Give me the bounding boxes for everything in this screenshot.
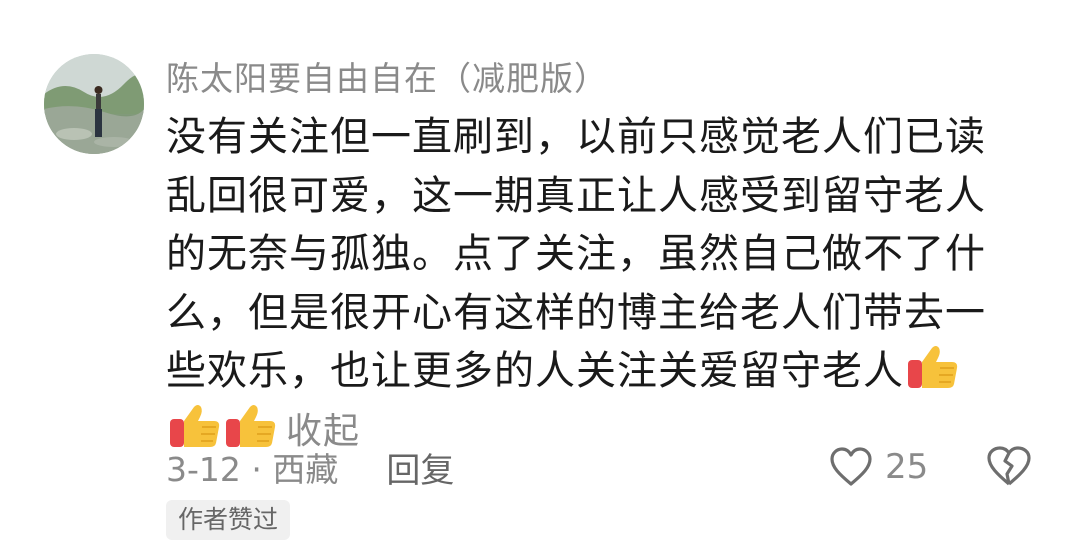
thumbs-up-icon	[906, 344, 960, 390]
like-count: 25	[885, 447, 929, 487]
date-location: 3-12 · 西藏	[166, 450, 339, 489]
like-button[interactable]: 25	[829, 442, 928, 492]
comment-meta: 3-12 · 西藏 回复	[166, 442, 454, 492]
heart-icon	[830, 447, 872, 486]
username[interactable]: 陈太阳要自由自在（减肥版）	[166, 52, 608, 100]
comment-item: 陈太阳要自由自在（减肥版） 没有关注但一直刷到，以前只感觉老人们已读乱回很可爱，…	[0, 0, 1071, 560]
comment-text: 没有关注但一直刷到，以前只感觉老人们已读乱回很可爱，这一期真正让人感受到留守老人…	[166, 114, 986, 394]
broken-heart-icon	[987, 446, 1031, 486]
reply-button[interactable]: 回复	[386, 443, 454, 492]
author-liked-badge: 作者赞过	[166, 500, 291, 540]
dislike-button[interactable]	[986, 444, 1032, 490]
comment-content: 没有关注但一直刷到，以前只感觉老人们已读乱回很可爱，这一期真正让人感受到留守老人…	[166, 108, 1016, 461]
avatar[interactable]	[44, 54, 144, 154]
